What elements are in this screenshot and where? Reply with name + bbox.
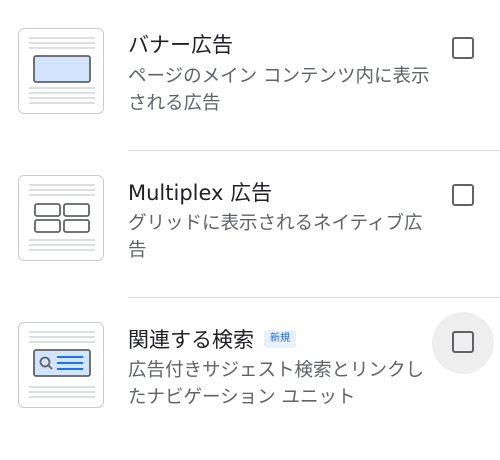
banner-checkbox-wrap[interactable] [432,18,494,80]
item-title-text: 関連する検索 [128,328,254,352]
multiplex-grid-icon [18,175,104,261]
related-search-checkbox[interactable] [452,331,474,353]
banner-ad-icon [18,28,104,114]
related-search-icon [18,322,104,408]
banner-checkbox[interactable] [452,37,474,59]
divider [128,297,500,298]
item-title: 関連する検索 新規 [128,327,296,353]
related-search-checkbox-wrap[interactable] [432,312,494,374]
divider [128,150,500,151]
item-title: Multiplex 広告 [128,181,273,205]
item-description: グリッドに表示されるネイティブ広告 [128,213,423,261]
multiplex-checkbox[interactable] [452,184,474,206]
item-description: ページのメイン コンテンツ内に表示される広告 [128,66,430,114]
multiplex-checkbox-wrap[interactable] [432,165,494,227]
item-description: 広告付きサジェスト検索とリンクしたナビゲーション ユニット [128,360,425,408]
item-title: バナー広告 [128,33,233,57]
new-badge: 新規 [264,330,296,348]
